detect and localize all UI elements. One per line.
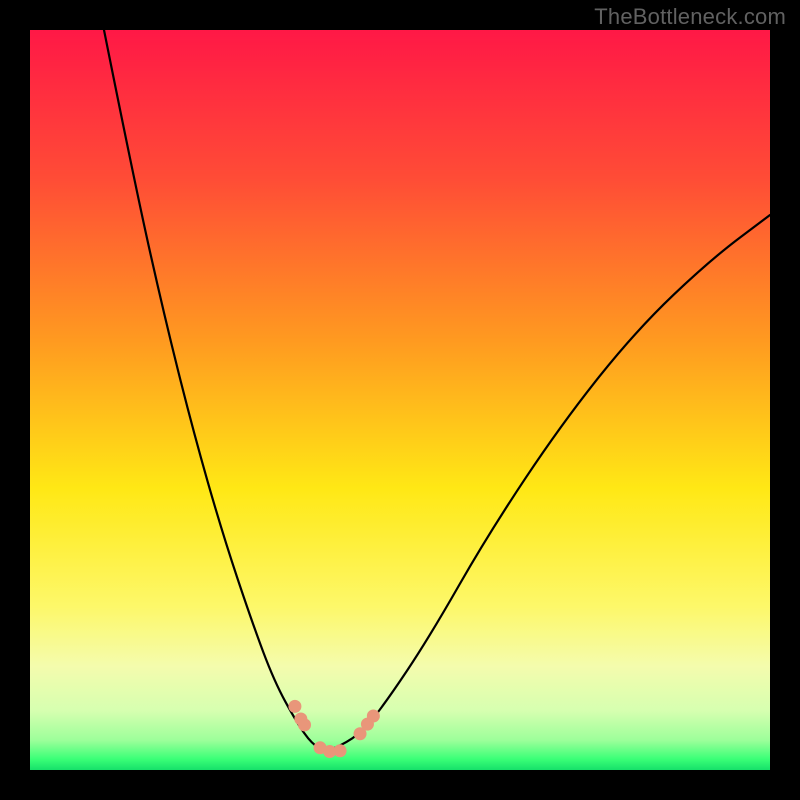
- chart-stage: TheBottleneck.com: [0, 0, 800, 800]
- plot-area: [30, 30, 770, 770]
- marker-dot: [334, 744, 347, 757]
- marker-dot: [367, 709, 380, 722]
- watermark-text: TheBottleneck.com: [594, 4, 786, 30]
- gradient-background: [30, 30, 770, 770]
- chart-svg: [30, 30, 770, 770]
- marker-dot: [288, 700, 301, 713]
- marker-dot: [298, 718, 311, 731]
